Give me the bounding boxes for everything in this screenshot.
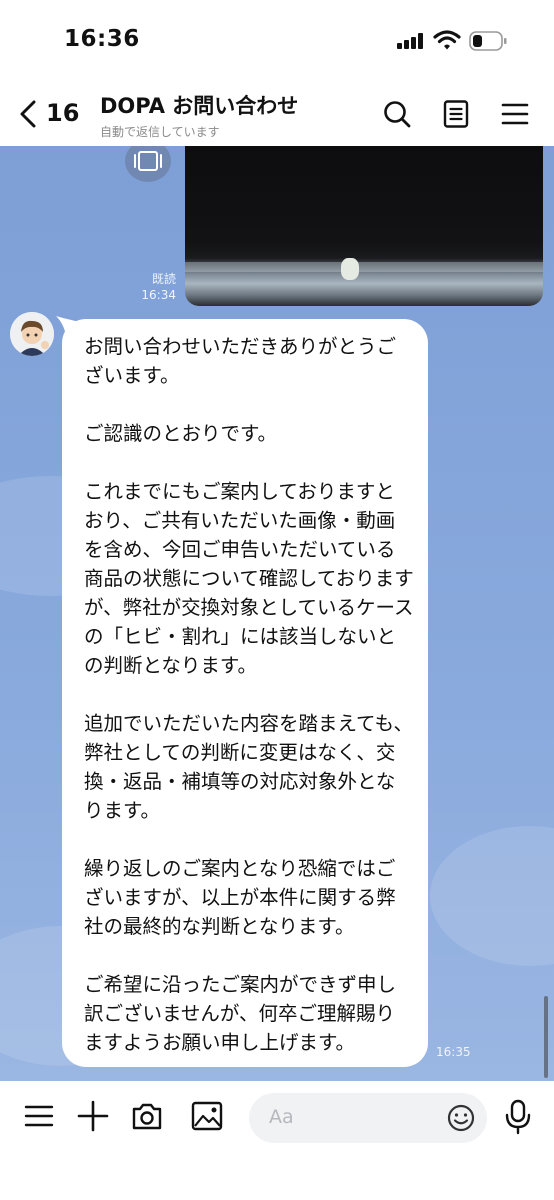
chat-area[interactable]: 既読 16:34 お問い合わせいただきありがとうございます。 ご認識のとおりです…: [0, 146, 554, 1081]
avatar[interactable]: [10, 312, 54, 356]
sent-timestamp: 16:34: [141, 288, 176, 302]
menu-icon[interactable]: [500, 99, 530, 129]
read-receipt: 既読: [151, 272, 176, 286]
status-time: 16:36: [64, 26, 140, 52]
plus-icon[interactable]: [76, 1099, 110, 1133]
photo-highlight: [185, 262, 543, 272]
sent-photo[interactable]: [185, 146, 543, 306]
photo-detail: [341, 258, 359, 280]
chat-subtitle: 自動で返信しています: [100, 125, 220, 139]
status-bar: 16:36: [0, 0, 554, 80]
chevron-left-icon: [20, 100, 36, 128]
note-icon[interactable]: [441, 99, 471, 129]
message-input-placeholder: Aa: [269, 1106, 294, 1128]
message-text: お問い合わせいただきありがとうございます。 ご認識のとおりです。 これまでにもご…: [84, 335, 414, 1054]
chat-header: 16 DOPA お問い合わせ 自動で返信しています: [0, 80, 554, 146]
input-bar: Aa: [0, 1081, 554, 1200]
unread-count: 16: [46, 99, 80, 127]
scrollbar[interactable]: [544, 996, 548, 1078]
menu-icon[interactable]: [22, 1099, 56, 1133]
emoji-icon[interactable]: [446, 1103, 476, 1133]
media-viewer-button[interactable]: [125, 146, 171, 182]
media-icon: [134, 151, 162, 171]
image-icon[interactable]: [190, 1099, 224, 1133]
camera-icon[interactable]: [130, 1099, 164, 1133]
background-cloud: [430, 826, 554, 966]
message-input[interactable]: Aa: [249, 1093, 487, 1143]
wifi-icon: [433, 30, 461, 50]
search-icon[interactable]: [382, 99, 412, 129]
signal-icon: [397, 33, 425, 49]
battery-icon: [469, 31, 507, 51]
chat-title: DOPA お問い合わせ: [100, 94, 299, 118]
character-avatar-icon: [10, 312, 54, 356]
mic-icon[interactable]: [503, 1099, 533, 1135]
message-timestamp: 16:35: [436, 1045, 471, 1059]
back-button[interactable]: 16: [18, 97, 80, 129]
